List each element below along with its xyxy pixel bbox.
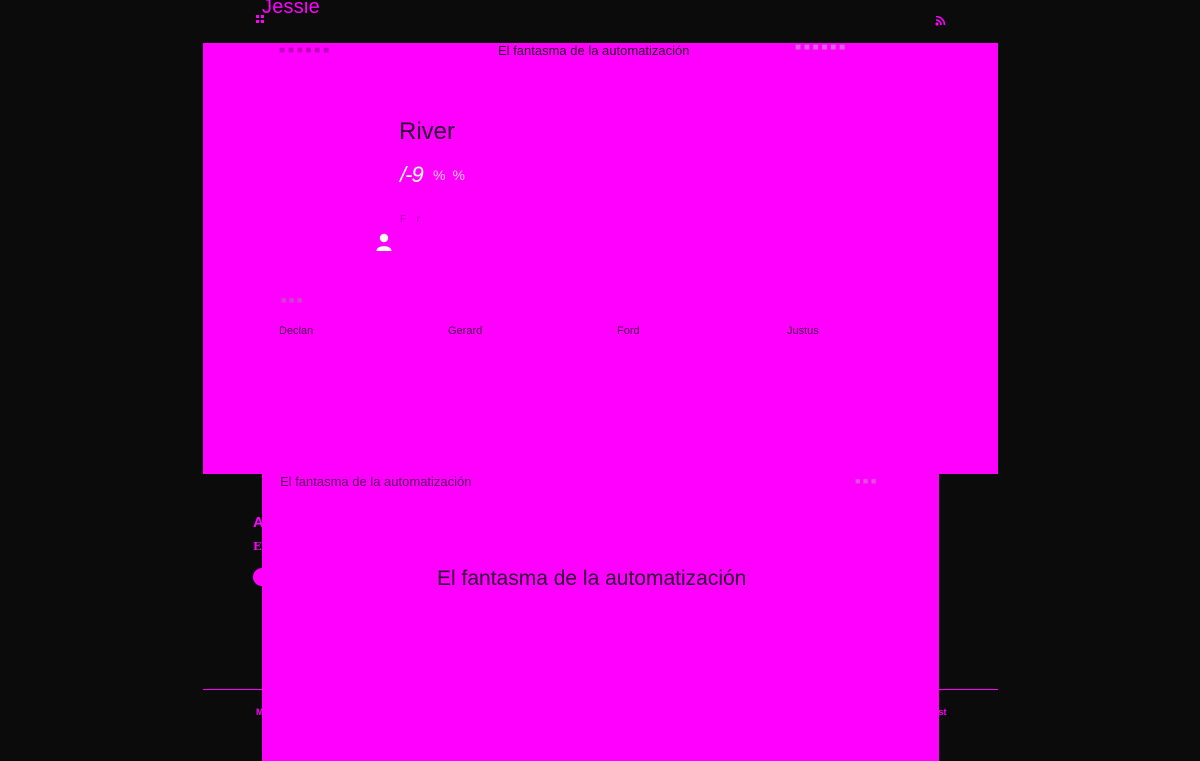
overlay-panel-top [203,43,998,474]
profile-label: F r [400,214,420,225]
overlay-bottom-heading: El fantasma de la automatización [437,567,747,590]
user-icon [375,232,393,252]
rss-icon[interactable] [935,15,947,26]
site-title[interactable]: Jessie [262,0,320,19]
name-item-justus[interactable]: Justus [787,325,819,337]
overlay-bottom-title[interactable]: El fantasma de la automatización [280,474,472,489]
overlay-nav-title: El fantasma de la automatización [498,43,690,58]
name-item-declan[interactable]: Declan [279,325,313,337]
overlay-nav-right[interactable]: ■ ■ ■ ■ ■ ■ [795,42,845,53]
profile-subtitle: /-9 [400,162,424,187]
names-section-label: ■ ■ ■ [281,295,303,305]
overlay-nav-left[interactable]: ■ ■ ■ ■ ■ ■ [279,45,329,56]
profile-title: River [399,118,456,145]
name-item-gerard[interactable]: Gerard [448,325,482,337]
overlay-panel-bottom [262,474,939,761]
profile-subtitle-faint: % % [433,167,465,183]
overlay-bottom-meta: ■ ■ ■ [855,476,877,486]
page: Jessie A El M ost ■ ■ ■ ■ ■ ■ El fantasm… [0,0,1200,761]
name-item-ford[interactable]: Ford [617,325,640,337]
